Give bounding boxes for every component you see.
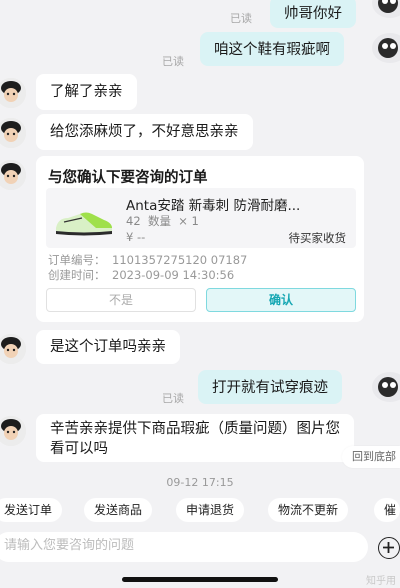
agent-avatar bbox=[0, 334, 26, 364]
message-input[interactable] bbox=[4, 538, 344, 553]
agent-avatar bbox=[0, 160, 26, 190]
message-input-wrapper bbox=[0, 532, 368, 562]
quick-actions-bar: 发送订单 发送商品 申请退货 物流不更新 催 bbox=[0, 498, 400, 522]
product-row[interactable]: Anta安踏 新毒刺 防滑耐磨... 42 数量 × 1 ¥ -- 待买家收货 bbox=[46, 188, 356, 248]
agent-avatar bbox=[0, 118, 26, 148]
agent-avatar bbox=[0, 78, 26, 108]
message-bubble-sent[interactable]: 打开就有试穿痕迹 bbox=[198, 370, 342, 404]
created-time: 2023-09-09 14:30:56 bbox=[112, 268, 235, 282]
quantity-label: 数量 bbox=[147, 214, 171, 228]
confirm-button[interactable]: 确认 bbox=[206, 288, 356, 312]
message-bubble-sent[interactable]: 帅哥你好 bbox=[270, 0, 356, 28]
message-timestamp: 09-12 17:15 bbox=[166, 476, 234, 489]
product-size: 42 bbox=[126, 214, 141, 228]
card-title: 与您确认下要咨询的订单 bbox=[48, 170, 208, 186]
quick-send-order[interactable]: 发送订单 bbox=[0, 498, 63, 522]
message-bubble-received[interactable]: 是这个订单吗亲亲 bbox=[36, 330, 180, 364]
product-price: ¥ -- bbox=[126, 230, 146, 244]
product-spec: 42 数量 × 1 bbox=[126, 213, 199, 229]
user-avatar[interactable] bbox=[372, 372, 400, 402]
message-bubble-received[interactable]: 给您添麻烦了，不好意思亲亲 bbox=[36, 114, 253, 150]
shoe-thumbnail bbox=[52, 194, 116, 242]
order-number-label: 订单编号： bbox=[48, 253, 106, 267]
order-status: 待买家收货 bbox=[288, 231, 347, 245]
quick-urge[interactable]: 催 bbox=[374, 498, 400, 522]
created-time-label: 创建时间： bbox=[48, 268, 106, 282]
home-indicator bbox=[122, 577, 278, 582]
message-bubble-received[interactable]: 辛苦亲亲提供下商品瑕疵（质量问题）图片您看可以吗 bbox=[36, 414, 354, 462]
order-confirm-card: 与您确认下要咨询的订单 Anta安踏 新毒刺 防滑耐磨... 42 数量 × 1… bbox=[36, 156, 364, 322]
created-time-row: 创建时间： 2023-09-09 14:30:56 bbox=[48, 267, 234, 283]
order-number: 1101357275120 07187 bbox=[112, 253, 248, 267]
message-bubble-received[interactable]: 了解了亲亲 bbox=[36, 74, 137, 110]
message-bubble-sent[interactable]: 咱这个鞋有瑕疵啊 bbox=[200, 32, 344, 66]
quick-return-request[interactable]: 申请退货 bbox=[176, 498, 245, 522]
agent-avatar bbox=[0, 416, 26, 446]
read-status: 已读 bbox=[230, 12, 252, 25]
back-to-bottom-button[interactable]: 回到底部 bbox=[342, 446, 400, 468]
watermark: 知乎用 bbox=[366, 576, 396, 587]
read-status: 已读 bbox=[162, 55, 184, 68]
read-status: 已读 bbox=[162, 392, 184, 405]
plus-icon[interactable] bbox=[378, 537, 400, 559]
quick-send-product[interactable]: 发送商品 bbox=[84, 498, 153, 522]
order-number-row: 订单编号： 1101357275120 07187 bbox=[48, 252, 247, 268]
quantity-value: × 1 bbox=[178, 214, 199, 228]
quick-logistics-issue[interactable]: 物流不更新 bbox=[268, 498, 349, 522]
reject-button[interactable]: 不是 bbox=[46, 288, 196, 312]
product-name: Anta安踏 新毒刺 防滑耐磨... bbox=[126, 198, 301, 214]
user-avatar[interactable] bbox=[372, 0, 400, 18]
user-avatar[interactable] bbox=[372, 33, 400, 63]
